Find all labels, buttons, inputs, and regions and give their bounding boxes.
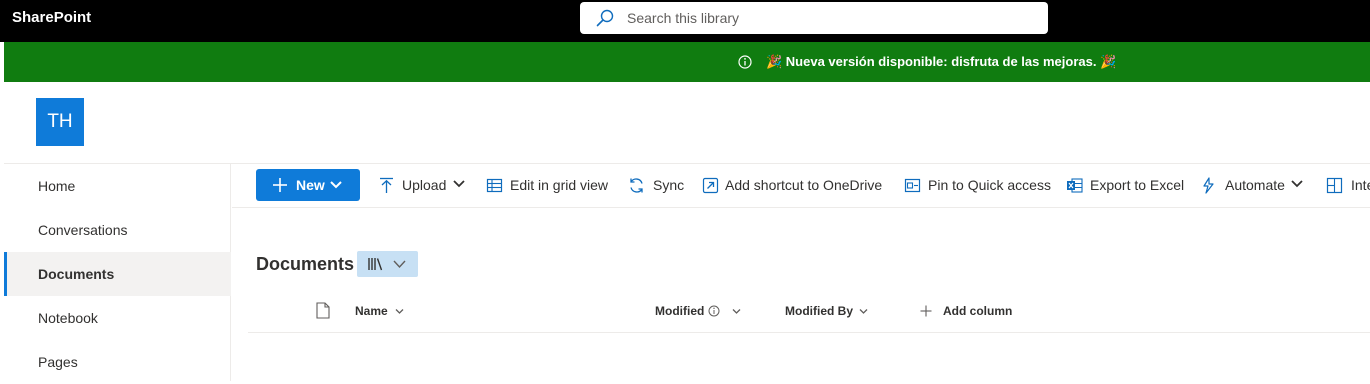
column-modified[interactable]: Modified bbox=[655, 290, 704, 332]
pin-icon bbox=[904, 178, 921, 193]
shortcut-icon bbox=[702, 177, 719, 194]
sync-label: Sync bbox=[653, 177, 685, 193]
notification-banner: 🎉 Nueva versión disponible: disfruta de … bbox=[4, 42, 1370, 82]
grid-icon bbox=[486, 178, 503, 193]
chevron-down-icon bbox=[732, 309, 741, 314]
column-header-row: Name Modified Modified By Add column bbox=[248, 290, 1370, 333]
integrate-button[interactable]: Integrate bbox=[1326, 164, 1370, 208]
command-bar: New Upload Edit in grid view Sync Add sh… bbox=[232, 164, 1370, 208]
info-icon bbox=[738, 55, 752, 69]
plus-icon bbox=[273, 178, 287, 192]
chevron-down-icon bbox=[859, 309, 868, 314]
suite-bar: SharePoint Search this library bbox=[0, 0, 1370, 42]
edit-grid-view-label: Edit in grid view bbox=[510, 177, 609, 193]
column-modified-by[interactable]: Modified By bbox=[785, 290, 853, 332]
column-name[interactable]: Name bbox=[355, 290, 388, 332]
integrate-label: Integrate bbox=[1351, 177, 1370, 193]
column-name-label: Name bbox=[355, 304, 388, 318]
chevron-down-icon bbox=[453, 180, 465, 188]
automate-button[interactable]: Automate bbox=[1200, 164, 1310, 208]
excel-icon bbox=[1067, 178, 1083, 193]
library-title: Documents bbox=[256, 254, 355, 274]
nav-item-conversations[interactable]: Conversations bbox=[4, 208, 231, 252]
search-icon bbox=[596, 9, 614, 27]
plus-icon bbox=[920, 305, 932, 317]
nav-item-pages[interactable]: Pages bbox=[4, 340, 231, 384]
column-modified-by-label: Modified By bbox=[785, 304, 853, 318]
add-shortcut-label: Add shortcut to OneDrive bbox=[725, 177, 883, 193]
new-button-label: New bbox=[296, 177, 325, 193]
info-icon[interactable] bbox=[708, 305, 720, 317]
banner-message: 🎉 Nueva versión disponible: disfruta de … bbox=[766, 54, 1117, 69]
view-switcher-button[interactable] bbox=[357, 251, 418, 277]
search-box[interactable]: Search this library bbox=[580, 2, 1048, 34]
add-column-label: Add column bbox=[943, 304, 1013, 318]
app-brand[interactable]: SharePoint bbox=[12, 0, 91, 36]
chevron-down-icon bbox=[395, 309, 404, 314]
automate-icon bbox=[1203, 177, 1214, 194]
site-logo[interactable]: TH bbox=[36, 98, 84, 146]
upload-icon bbox=[380, 177, 393, 193]
export-excel-button[interactable]: Export to Excel bbox=[1066, 164, 1186, 208]
new-button[interactable]: New bbox=[256, 169, 360, 201]
upload-label: Upload bbox=[402, 177, 447, 193]
column-modified-label: Modified bbox=[655, 304, 705, 318]
nav-item-documents[interactable]: Documents bbox=[4, 252, 231, 296]
sync-icon bbox=[630, 178, 643, 193]
upload-button[interactable]: Upload bbox=[378, 164, 468, 208]
nav-item-home[interactable]: Home bbox=[4, 164, 231, 208]
document-icon[interactable] bbox=[316, 302, 330, 319]
nav-item-notebook[interactable]: Notebook bbox=[4, 296, 231, 340]
pin-quick-access-button[interactable]: Pin to Quick access bbox=[904, 164, 1054, 208]
export-excel-label: Export to Excel bbox=[1090, 177, 1185, 193]
library-view-icon bbox=[368, 258, 383, 271]
pin-quick-access-label: Pin to Quick access bbox=[928, 177, 1051, 193]
chevron-down-icon bbox=[330, 181, 342, 189]
chevron-down-icon bbox=[393, 260, 406, 269]
add-column-button[interactable]: Add column bbox=[943, 290, 1012, 332]
automate-label: Automate bbox=[1225, 177, 1285, 193]
sync-button[interactable]: Sync bbox=[628, 164, 688, 208]
left-navigation: Home Conversations Documents Notebook Pa… bbox=[4, 164, 231, 381]
chevron-down-icon bbox=[1291, 180, 1303, 188]
search-input[interactable]: Search this library bbox=[627, 2, 739, 34]
edit-grid-view-button[interactable]: Edit in grid view bbox=[486, 164, 616, 208]
add-shortcut-button[interactable]: Add shortcut to OneDrive bbox=[702, 164, 892, 208]
integrate-icon bbox=[1326, 177, 1343, 194]
